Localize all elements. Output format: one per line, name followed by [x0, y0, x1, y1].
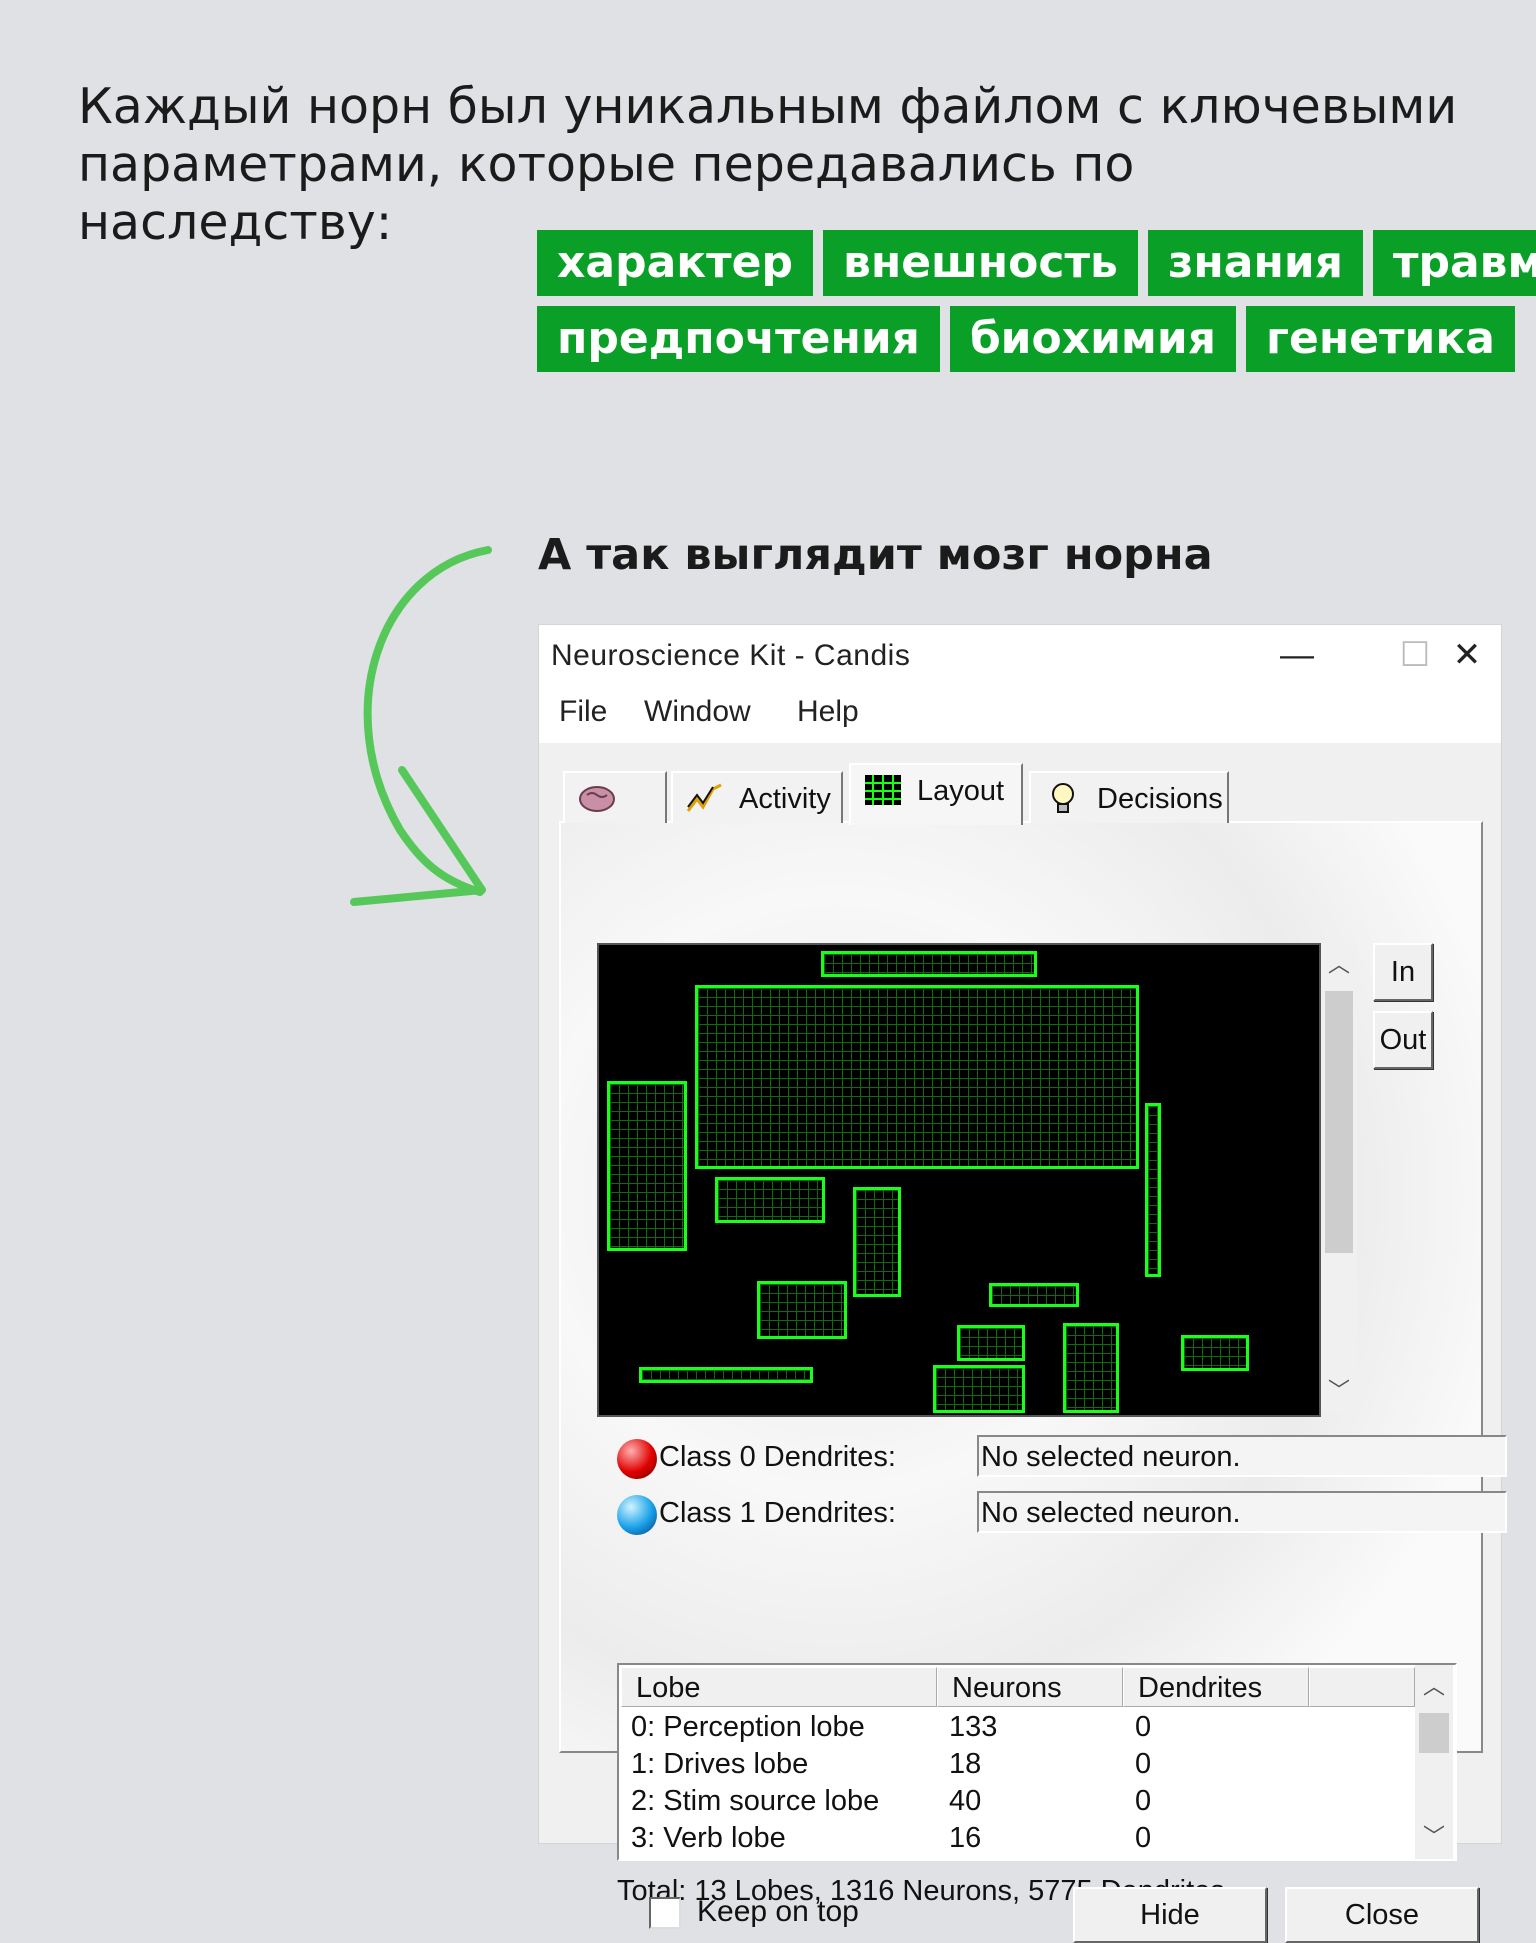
layout-grid-icon — [865, 775, 901, 805]
class0-dendrites-row: Class 0 Dendrites: No selected neuron. — [617, 1435, 1517, 1481]
column-header-empty — [1309, 1667, 1415, 1707]
menu-bar: File Window Help — [539, 685, 1501, 741]
neuron-count: 133 — [949, 1711, 998, 1743]
curved-arrow-icon — [350, 546, 492, 906]
column-header-lobe[interactable]: Lobe — [621, 1667, 937, 1707]
lobe[interactable] — [757, 1281, 847, 1339]
scroll-down-arrow-icon[interactable]: ﹀ — [1321, 1369, 1357, 1413]
menu-file[interactable]: File — [559, 695, 607, 729]
list-scrollbar[interactable]: ︿ ﹀ — [1415, 1665, 1453, 1859]
client-area: ︿ ﹀ In Out Class 0 Dendrites: No selecte… — [539, 743, 1507, 1943]
class0-dendrites-label: Class 0 Dendrites: — [659, 1441, 896, 1473]
activity-icon — [686, 783, 722, 812]
scroll-thumb[interactable] — [1325, 991, 1353, 1253]
subheading: А так выглядит мозг норна — [538, 530, 1213, 580]
maximize-button[interactable]: ☐ — [1385, 633, 1445, 677]
close-button[interactable]: Close — [1285, 1887, 1479, 1943]
lobe-list[interactable]: Lobe Neurons Dendrites 0: Perception lob… — [617, 1663, 1457, 1861]
zoom-out-button[interactable]: Out — [1373, 1011, 1433, 1069]
lobe[interactable] — [1181, 1335, 1249, 1371]
brain-layout-view[interactable] — [597, 943, 1321, 1417]
table-row[interactable]: 0: Perception lobe 133 0 — [619, 1711, 1415, 1748]
tag-row-1: характер внешность знания травмы — [537, 230, 1536, 296]
tab-decisions-label: Decisions — [1097, 783, 1223, 815]
neuron-count: 18 — [949, 1748, 982, 1780]
scroll-up-arrow-icon[interactable]: ︿ — [1321, 943, 1357, 987]
blue-gem-icon — [617, 1495, 657, 1535]
tab-decisions[interactable]: Decisions — [1029, 771, 1229, 823]
lobe[interactable] — [715, 1177, 825, 1223]
lobe-name: 2: Stim source lobe — [631, 1785, 880, 1817]
tab-panel: ︿ ﹀ In Out Class 0 Dendrites: No selecte… — [559, 821, 1507, 1907]
tag: биохимия — [949, 306, 1236, 372]
red-gem-icon — [617, 1439, 657, 1479]
lobe[interactable] — [957, 1325, 1025, 1361]
hide-button[interactable]: Hide — [1073, 1887, 1267, 1943]
lightbulb-icon — [1052, 783, 1074, 813]
table-row[interactable]: 1: Drives lobe 18 0 — [619, 1748, 1415, 1785]
class1-dendrites-label: Class 1 Dendrites: — [659, 1497, 896, 1529]
neuroscience-kit-window: Neuroscience Kit - Candis — ☐ ✕ File Win… — [538, 624, 1507, 1943]
table-row[interactable]: 3: Verb lobe 16 0 — [619, 1822, 1415, 1859]
neuron-count: 40 — [949, 1785, 982, 1817]
tab-layout-label: Layout — [917, 775, 1005, 807]
minimize-button[interactable]: — — [1267, 633, 1327, 677]
dendrite-count: 0 — [1135, 1822, 1152, 1854]
headline: Каждый норн был уникальным файлом с ключ… — [78, 78, 1458, 251]
layout-scrollbar[interactable]: ︿ ﹀ — [1321, 943, 1357, 1413]
keep-on-top-label: Keep on top — [697, 1895, 859, 1928]
lobe[interactable] — [853, 1187, 901, 1297]
zoom-in-button[interactable]: In — [1373, 943, 1433, 1001]
lobe[interactable] — [1063, 1323, 1119, 1413]
tag: генетика — [1245, 306, 1515, 372]
column-header-dendrites[interactable]: Dendrites — [1123, 1667, 1309, 1707]
tag-row-2: предпочтения биохимия генетика — [537, 306, 1517, 372]
menu-window[interactable]: Window — [644, 695, 751, 729]
tag: характер — [537, 230, 813, 296]
tag: внешность — [822, 230, 1138, 296]
scroll-down-arrow-icon[interactable]: ﹀ — [1415, 1815, 1453, 1859]
scroll-thumb[interactable] — [1419, 1713, 1449, 1753]
neuron-count: 16 — [949, 1822, 982, 1854]
window-title: Neuroscience Kit - Candis — [551, 639, 911, 672]
lobe[interactable] — [933, 1365, 1025, 1413]
tag: травмы — [1372, 230, 1536, 296]
tag-cloud: характер внешность знания травмы предпоч… — [537, 230, 1536, 382]
dendrite-count: 0 — [1135, 1748, 1152, 1780]
lobe[interactable] — [1145, 1103, 1161, 1277]
tag: знания — [1147, 230, 1363, 296]
table-row[interactable]: 2: Stim source lobe 40 0 — [619, 1785, 1415, 1822]
close-window-button[interactable]: ✕ — [1437, 633, 1497, 677]
tag: предпочтения — [537, 306, 940, 372]
lobe-name: 3: Verb lobe — [631, 1822, 786, 1854]
tab-activity-label: Activity — [739, 783, 831, 815]
column-header-neurons[interactable]: Neurons — [937, 1667, 1123, 1707]
lobe-name: 1: Drives lobe — [631, 1748, 809, 1780]
dendrite-count: 0 — [1135, 1711, 1152, 1743]
lobe[interactable] — [695, 985, 1139, 1169]
lobe[interactable] — [639, 1367, 813, 1383]
class0-dendrites-field: No selected neuron. — [977, 1435, 1507, 1477]
lobe[interactable] — [989, 1283, 1079, 1307]
menu-help[interactable]: Help — [797, 695, 859, 729]
title-bar[interactable]: Neuroscience Kit - Candis — ☐ ✕ — [539, 625, 1501, 685]
tab-brain[interactable] — [563, 771, 667, 823]
checkbox-box[interactable] — [649, 1897, 681, 1929]
tab-layout[interactable]: Layout — [849, 763, 1023, 825]
brain-icon — [579, 786, 615, 812]
class1-dendrites-row: Class 1 Dendrites: No selected neuron. — [617, 1491, 1517, 1537]
dendrite-count: 0 — [1135, 1785, 1152, 1817]
lobe[interactable] — [821, 951, 1037, 977]
lobe[interactable] — [607, 1081, 687, 1251]
class1-dendrites-field: No selected neuron. — [977, 1491, 1507, 1533]
lobe-name: 0: Perception lobe — [631, 1711, 865, 1743]
tab-activity[interactable]: Activity — [671, 771, 843, 823]
scroll-up-arrow-icon[interactable]: ︿ — [1415, 1665, 1453, 1709]
